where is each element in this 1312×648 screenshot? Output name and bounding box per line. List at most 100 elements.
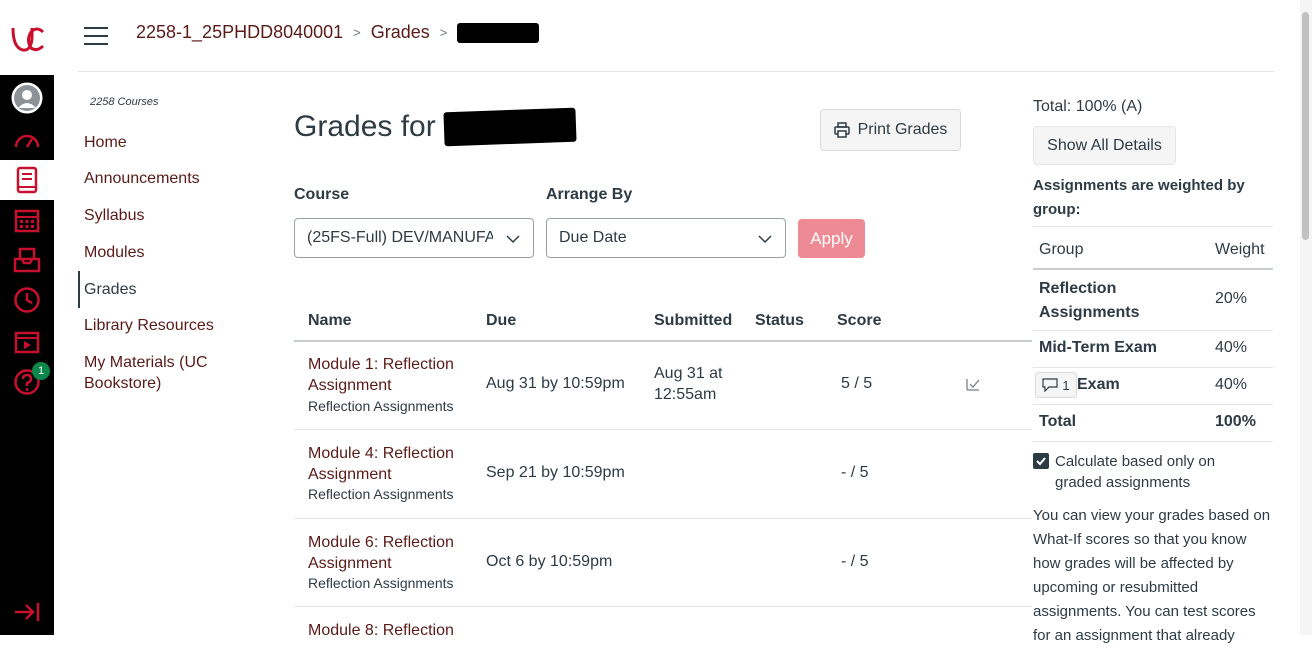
checkmark-icon	[1036, 457, 1046, 466]
course-nav-home[interactable]: Home	[84, 132, 127, 153]
assignment-link[interactable]: Module 4: Reflection Assignment	[308, 443, 478, 485]
collapse-nav-item[interactable]	[0, 592, 54, 632]
show-all-details-button[interactable]: Show All Details	[1033, 126, 1176, 165]
inbox-nav-item[interactable]	[0, 240, 54, 280]
score: 5 / 5	[841, 375, 873, 392]
courses-book-icon	[16, 166, 38, 194]
course-term-label: 2258 Courses	[90, 96, 159, 108]
weight-total-label: Total	[1039, 413, 1077, 430]
account-nav-item[interactable]	[0, 78, 54, 118]
chevron-down-icon	[506, 235, 520, 244]
breadcrumb: 2258-1_25PHDD8040001 > Grades >	[136, 22, 540, 43]
help-badge: 1	[32, 362, 50, 380]
redacted-student-name	[457, 22, 540, 43]
weight-group-name: Exam	[1077, 376, 1120, 393]
course-nav-grades[interactable]: Grades	[84, 279, 136, 300]
scrollbar-thumb[interactable]	[1302, 12, 1309, 240]
weights-header-group: Group	[1039, 241, 1084, 258]
breadcrumb-course[interactable]: 2258-1_25PHDD8040001	[136, 22, 343, 43]
submitted-date: Aug 31 at 12:55am	[654, 365, 723, 403]
uc-logo[interactable]	[0, 0, 54, 75]
calendar-nav-item[interactable]	[0, 200, 54, 240]
breadcrumb-grades[interactable]: Grades	[371, 22, 430, 43]
courses-nav-item[interactable]	[0, 160, 54, 200]
global-nav: 1	[0, 0, 54, 635]
header-divider	[78, 71, 1274, 72]
help-nav-item[interactable]: 1	[0, 362, 54, 402]
row-divider	[294, 518, 1032, 519]
redacted-student-name	[443, 107, 577, 147]
row-divider	[294, 606, 1032, 607]
calendar-icon	[14, 209, 40, 233]
collapse-arrow-icon	[15, 603, 40, 621]
calc-graded-only-checkbox[interactable]	[1033, 453, 1049, 469]
studio-nav-item[interactable]	[0, 321, 54, 361]
assignment-link[interactable]: Module 6: Reflection Assignment	[308, 532, 478, 574]
weights-header-weight: Weight	[1215, 241, 1265, 258]
print-grades-label: Print Grades	[857, 121, 948, 138]
weights-divider	[1033, 441, 1273, 442]
weights-divider	[1033, 226, 1273, 227]
history-nav-item[interactable]	[0, 280, 54, 320]
weight-group-name: Mid-Term Exam	[1039, 339, 1157, 356]
inbox-icon	[13, 247, 41, 273]
page-title: Grades for	[294, 107, 577, 147]
course-nav-active-indicator	[78, 271, 80, 308]
submission-details-icon[interactable]	[965, 376, 981, 392]
column-header-score: Score	[837, 312, 882, 329]
printer-icon	[833, 122, 850, 138]
course-nav-library-resources[interactable]: Library Resources	[84, 315, 214, 336]
assignment-group: Reflection Assignments	[308, 575, 454, 591]
due-date: Oct 6 by 10:59pm	[486, 553, 613, 570]
page-title-text: Grades for	[294, 110, 436, 143]
feedback-button[interactable]: 1	[1035, 372, 1077, 398]
weights-divider	[1033, 330, 1273, 331]
score: - / 5	[841, 464, 869, 481]
course-select[interactable]: (25FS-Full) DEV/MANUFACTURING	[294, 218, 534, 258]
calc-graded-only-label[interactable]: Calculate based only on graded assignmen…	[1055, 451, 1255, 493]
due-date: Sep 21 by 10:59pm	[486, 464, 625, 481]
weight-heading: Assignments are weighted by group:	[1033, 177, 1245, 218]
assignment-group: Reflection Assignments	[308, 398, 454, 414]
breadcrumb-separator-icon: >	[439, 25, 448, 40]
chevron-down-icon	[758, 235, 772, 244]
weight-total-value: 100%	[1215, 413, 1256, 430]
course-nav-my-materials[interactable]: My Materials (UC Bookstore)	[84, 352, 234, 394]
studio-icon	[14, 331, 40, 354]
total-grade: Total: 100% (A)	[1033, 98, 1143, 115]
weight-value: 40%	[1215, 376, 1248, 393]
weight-group-name: Reflection Assignments	[1039, 280, 1140, 321]
column-header-due[interactable]: Due	[486, 312, 516, 330]
what-if-info: You can view your grades based on What-I…	[1033, 507, 1271, 644]
assignment-link[interactable]: Module 1: Reflection Assignment	[308, 354, 478, 396]
apply-button[interactable]: Apply	[798, 219, 865, 258]
clock-icon	[14, 287, 40, 313]
course-nav-announcements[interactable]: Announcements	[84, 168, 200, 189]
column-header-submitted: Submitted	[654, 312, 733, 329]
assignment-link[interactable]: Module 8: Reflection	[308, 620, 478, 641]
print-grades-button[interactable]: Print Grades	[820, 109, 961, 151]
column-header-status: Status	[755, 312, 804, 329]
course-nav-syllabus[interactable]: Syllabus	[84, 205, 144, 226]
due-date: Aug 31 by 10:59pm	[486, 375, 625, 392]
dashboard-icon	[14, 134, 40, 148]
arrange-by-select[interactable]: Due Date	[546, 218, 786, 258]
weights-divider	[1033, 367, 1273, 368]
table-header-divider	[294, 340, 1032, 342]
avatar-icon	[11, 82, 43, 114]
course-select-value: (25FS-Full) DEV/MANUFACTURING	[307, 229, 493, 246]
column-header-name[interactable]: Name	[308, 312, 352, 330]
weights-divider	[1033, 404, 1273, 405]
arrange-by-label: Arrange By	[546, 186, 633, 203]
course-select-label: Course	[294, 186, 350, 203]
row-divider	[294, 429, 1032, 430]
weights-header-divider	[1033, 268, 1273, 270]
weight-value: 40%	[1215, 339, 1248, 356]
dashboard-nav-item[interactable]	[0, 121, 54, 161]
assignment-group: Reflection Assignments	[308, 486, 454, 502]
uc-logo-icon	[11, 27, 45, 52]
arrange-by-value: Due Date	[559, 229, 627, 246]
course-nav-modules[interactable]: Modules	[84, 242, 144, 263]
score: - / 5	[841, 553, 869, 570]
hamburger-menu-icon[interactable]	[84, 27, 108, 45]
